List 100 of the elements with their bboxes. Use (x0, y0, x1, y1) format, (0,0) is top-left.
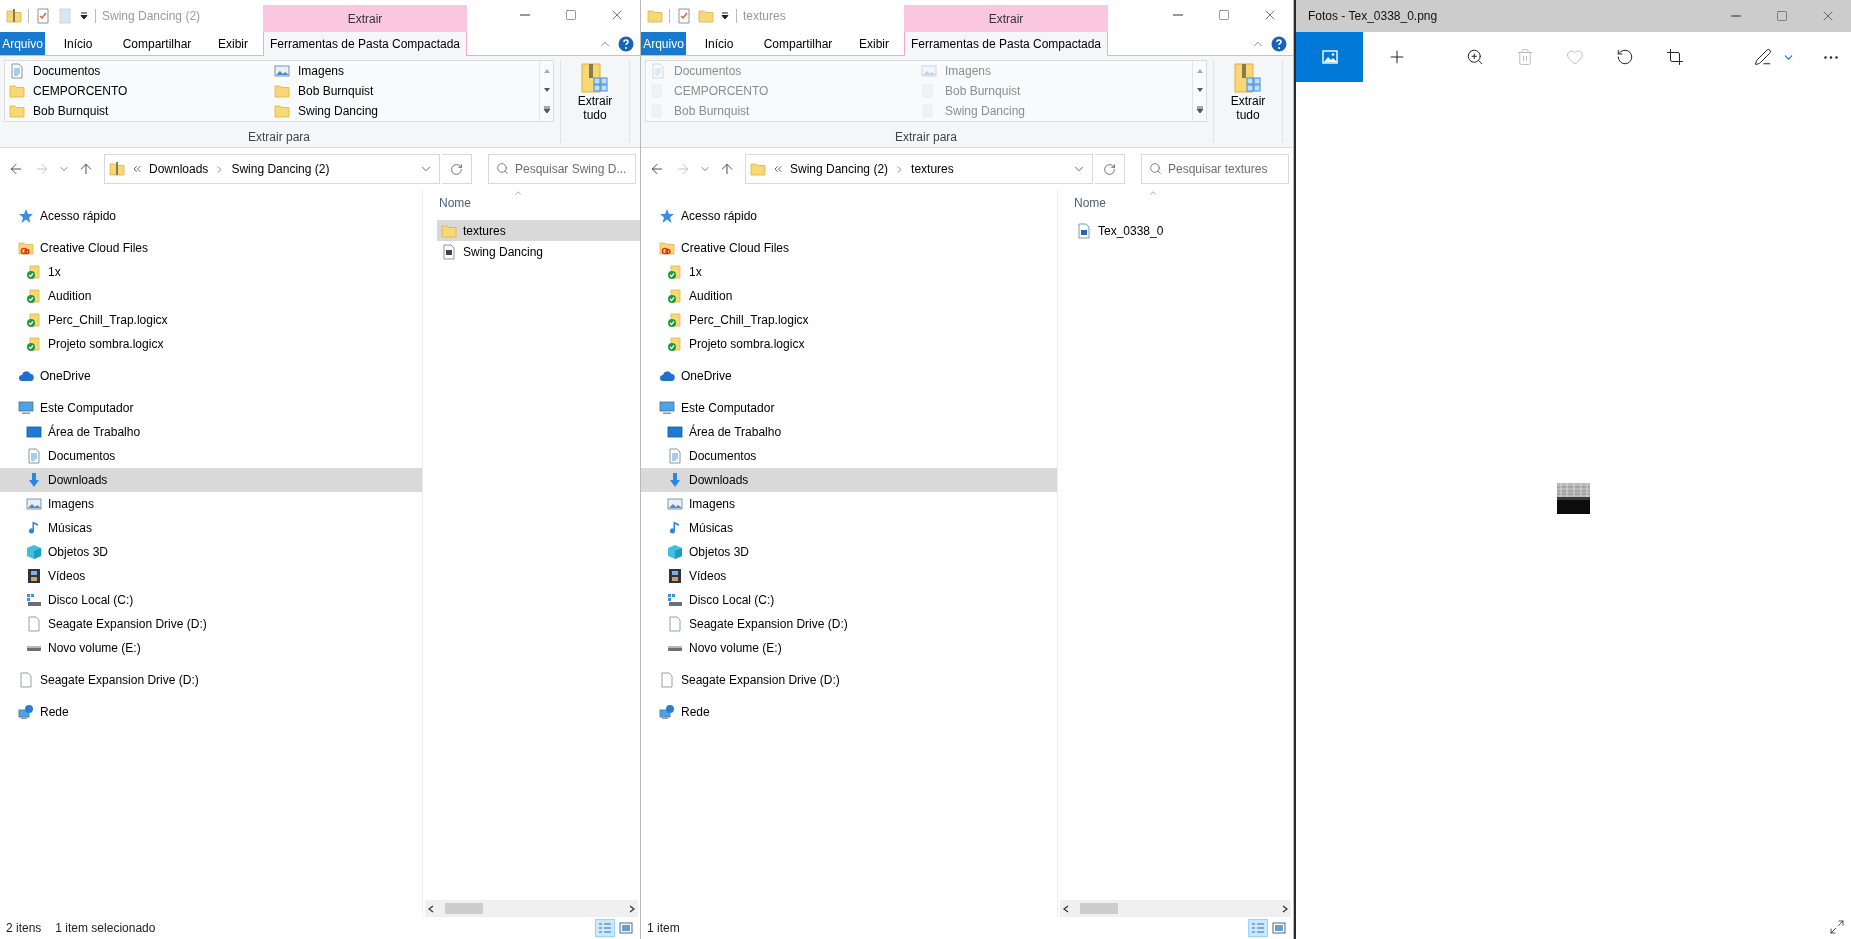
breadcrumb-item[interactable]: Swing Dancing (2) (790, 160, 889, 178)
ribbon-tab[interactable]: Início (45, 32, 111, 55)
nav-item[interactable]: Imagens (641, 492, 1057, 516)
breadcrumb-item[interactable]: Downloads (149, 160, 209, 178)
ribbon-tab[interactable]: Ferramentas de Pasta Compactada (904, 32, 1108, 56)
nav-item[interactable]: Audition (641, 284, 1057, 308)
checklist-icon (676, 8, 692, 24)
horizontal-scrollbar[interactable] (425, 900, 638, 917)
search-field[interactable]: Pesquisar Swing D... (488, 154, 636, 184)
refresh-button[interactable] (1095, 154, 1125, 184)
destination-item[interactable]: Swing Dancing (272, 101, 537, 121)
up-icon[interactable] (78, 161, 94, 177)
nav-item[interactable]: Projeto sombra.logicx (641, 332, 1057, 356)
nav-item[interactable]: Perc_Chill_Trap.logicx (0, 308, 422, 332)
nav-item[interactable]: Objetos 3D (0, 540, 422, 564)
details-view-button[interactable] (1248, 919, 1268, 937)
file-row[interactable]: Tex_0338_0 (1072, 220, 1293, 241)
search-field[interactable]: Pesquisar textures (1141, 154, 1289, 184)
address-bar[interactable]: Downloads Swing Dancing (2) (104, 154, 440, 184)
extract-all-button[interactable]: Extrair tudo (1220, 60, 1276, 147)
up-icon[interactable] (719, 161, 735, 177)
nav-item[interactable]: Seagate Expansion Drive (D:) (641, 612, 1057, 636)
breadcrumb-item[interactable]: Swing Dancing (2) (231, 160, 330, 178)
back-icon[interactable] (8, 161, 24, 177)
fullscreen-icon[interactable] (1829, 919, 1845, 935)
file-row[interactable]: textures (437, 220, 640, 241)
ribbon-tab[interactable]: Compartilhar (752, 32, 844, 55)
nav-item[interactable]: Audition (0, 284, 422, 308)
details-view-button[interactable] (595, 919, 615, 937)
nav-item[interactable]: Perc_Chill_Trap.logicx (641, 308, 1057, 332)
collection-button[interactable] (1296, 32, 1363, 82)
back-icon[interactable] (649, 161, 665, 177)
destination-item[interactable]: Imagens (272, 61, 537, 81)
nav-item[interactable]: Músicas (641, 516, 1057, 540)
scrollbar-thumb[interactable] (1080, 903, 1118, 914)
horizontal-scrollbar[interactable] (1060, 900, 1291, 917)
destination-item[interactable]: Documentos (7, 61, 272, 81)
nav-item[interactable]: Rede (641, 700, 1057, 724)
nav-item[interactable]: Creative Cloud Files (641, 236, 1057, 260)
ribbon-tab[interactable]: Arquivo (641, 32, 686, 55)
ribbon-tab[interactable]: Início (686, 32, 752, 55)
star-icon (659, 208, 675, 224)
nav-item[interactable]: Disco Local (C:) (0, 588, 422, 612)
forward-icon[interactable] (34, 161, 50, 177)
nav-item[interactable]: Área de Trabalho (641, 420, 1057, 444)
large-icons-view-button[interactable] (1269, 919, 1289, 937)
nav-item[interactable]: Novo volume (E:) (0, 636, 422, 660)
nav-item[interactable]: Acesso rápido (641, 204, 1057, 228)
nav-item[interactable]: Downloads (641, 468, 1057, 492)
nav-item[interactable]: Documentos (641, 444, 1057, 468)
ribbon-tab[interactable]: Arquivo (0, 32, 45, 55)
nav-item[interactable]: Área de Trabalho (0, 420, 422, 444)
overflow-icon[interactable] (131, 163, 143, 175)
nav-item[interactable]: 1x (641, 260, 1057, 284)
nav-item[interactable]: Este Computador (0, 396, 422, 420)
nav-item[interactable]: Vídeos (0, 564, 422, 588)
ribbon-tab[interactable]: Compartilhar (111, 32, 203, 55)
nav-item[interactable]: Acesso rápido (0, 204, 422, 228)
ribbon-tab[interactable]: Ferramentas de Pasta Compactada (263, 32, 467, 56)
group-label: Extrair para (895, 129, 957, 146)
scroll-up-icon (542, 67, 551, 74)
destination-item[interactable]: Bob Burnquist (272, 81, 537, 101)
extract-folder-icon (1233, 62, 1263, 94)
status-text: 1 item selecionado (55, 920, 156, 937)
nav-item[interactable]: Rede (0, 700, 422, 724)
status-text: 1 item (647, 920, 680, 937)
nav-item[interactable]: Novo volume (E:) (641, 636, 1057, 660)
nav-item[interactable]: Projeto sombra.logicx (0, 332, 422, 356)
extract-all-button[interactable]: Extrair tudo (567, 60, 623, 147)
nav-item[interactable]: Este Computador (641, 396, 1057, 420)
nav-item[interactable]: 1x (0, 260, 422, 284)
forward-icon[interactable] (675, 161, 691, 177)
nav-item[interactable]: Disco Local (C:) (641, 588, 1057, 612)
nav-item[interactable]: Seagate Expansion Drive (D:) (0, 612, 422, 636)
file-row[interactable]: Swing Dancing (437, 241, 640, 262)
nav-item[interactable]: Creative Cloud Files (0, 236, 422, 260)
nav-item[interactable]: Objetos 3D (641, 540, 1057, 564)
nav-item[interactable]: Vídeos (641, 564, 1057, 588)
nav-item[interactable]: OneDrive (641, 364, 1057, 388)
cube-icon (26, 544, 42, 560)
scrollbar-thumb[interactable] (445, 903, 483, 914)
large-icons-view-button[interactable] (616, 919, 636, 937)
nav-item[interactable]: Músicas (0, 516, 422, 540)
refresh-button[interactable] (442, 154, 472, 184)
column-header[interactable]: Nome (439, 194, 471, 212)
nav-item[interactable]: Documentos (0, 444, 422, 468)
ribbon-tab[interactable]: Exibir (203, 32, 263, 55)
nav-item[interactable]: Downloads (0, 468, 422, 492)
search-icon (1149, 162, 1162, 175)
address-bar[interactable]: Swing Dancing (2) textures (745, 154, 1093, 184)
nav-item[interactable]: Seagate Expansion Drive (D:) (0, 668, 422, 692)
column-header[interactable]: Nome (1074, 194, 1106, 212)
breadcrumb-item[interactable]: textures (911, 160, 954, 178)
nav-item[interactable]: Seagate Expansion Drive (D:) (641, 668, 1057, 692)
destination-item[interactable]: CEMPORCENTO (7, 81, 272, 101)
ribbon-tab[interactable]: Exibir (844, 32, 904, 55)
overflow-icon[interactable] (772, 163, 784, 175)
nav-item[interactable]: OneDrive (0, 364, 422, 388)
destination-item[interactable]: Bob Burnquist (7, 101, 272, 121)
nav-item[interactable]: Imagens (0, 492, 422, 516)
